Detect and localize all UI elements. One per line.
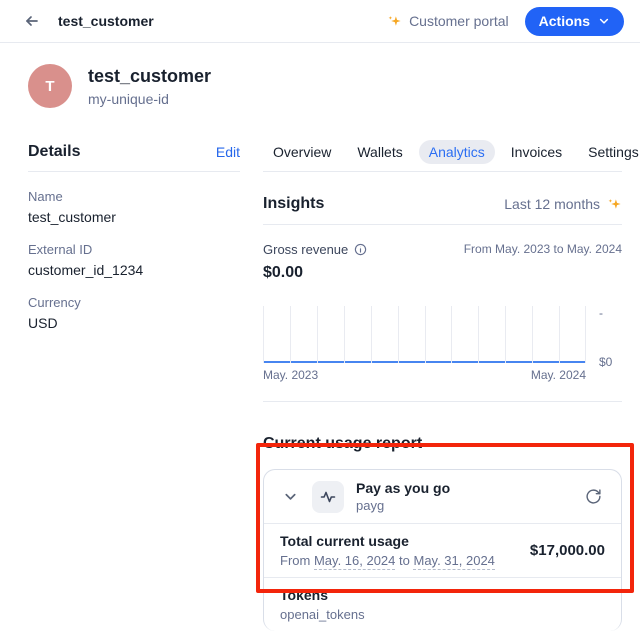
chart-plot-area [263, 306, 586, 363]
chart-x-axis: May. 2023 May. 2024 [263, 368, 586, 382]
usage-item-code: openai_tokens [280, 607, 365, 622]
activity-pulse-icon [320, 489, 336, 505]
usage-report-card: Pay as you go payg Total current usage F… [263, 469, 622, 631]
plan-name: Pay as you go [356, 480, 450, 496]
total-usage-text: Total current usage From May. 16, 2024 t… [280, 533, 495, 568]
period-to-date[interactable]: May. 31, 2024 [413, 553, 494, 570]
chevron-down-icon [283, 489, 298, 504]
page-content: T test_customer my-unique-id Details Edi… [0, 64, 640, 631]
sparkle-icon [387, 14, 402, 29]
arrow-left-icon [24, 13, 40, 29]
tab-invoices[interactable]: Invoices [501, 140, 572, 164]
tab-bar: Overview Wallets Analytics Invoices Sett… [263, 139, 622, 165]
collapse-toggle-button[interactable] [280, 487, 300, 507]
actions-button[interactable]: Actions [525, 7, 624, 36]
period-selector[interactable]: Last 12 months [504, 196, 622, 212]
total-usage-row: Total current usage From May. 16, 2024 t… [264, 523, 621, 577]
usage-report-title: Current usage report [263, 435, 622, 453]
gross-revenue-amount: $0.00 [263, 264, 622, 282]
edit-details-link[interactable]: Edit [216, 144, 240, 160]
total-usage-period: From May. 16, 2024 to May. 31, 2024 [280, 553, 495, 568]
chart-y-axis: - $0 [586, 306, 622, 363]
customer-portal-link[interactable]: Customer portal [387, 13, 509, 29]
main-columns: Details Edit Name test_customer External… [28, 139, 622, 631]
details-divider [28, 171, 240, 172]
chart-gridline [317, 306, 318, 363]
period-join: to [399, 553, 410, 568]
total-usage-amount: $17,000.00 [530, 542, 605, 559]
period-prefix: From [280, 553, 310, 568]
period-from-date[interactable]: May. 16, 2024 [314, 553, 395, 570]
chart-divider [263, 401, 622, 402]
details-header: Details Edit [28, 139, 240, 165]
tab-overview[interactable]: Overview [263, 140, 341, 164]
topbar: test_customer Customer portal Actions [0, 0, 640, 43]
chart-gridline [344, 306, 345, 363]
customer-header: T test_customer my-unique-id [28, 64, 622, 108]
field-label: External ID [28, 242, 240, 257]
customer-identity: test_customer my-unique-id [88, 66, 211, 107]
field-value: test_customer [28, 209, 240, 225]
details-title: Details [28, 143, 80, 161]
plan-code: payg [356, 498, 450, 513]
back-button[interactable] [18, 7, 46, 35]
info-icon[interactable] [354, 243, 367, 256]
usage-item-text: Tokens openai_tokens [280, 587, 365, 622]
chart-gridline [559, 306, 560, 363]
usage-card-header: Pay as you go payg [264, 470, 621, 523]
tab-analytics[interactable]: Analytics [419, 140, 495, 164]
refresh-icon [585, 488, 602, 505]
chevron-down-icon [598, 15, 610, 27]
total-usage-label: Total current usage [280, 533, 495, 549]
chart-gridline [451, 306, 452, 363]
gross-revenue-range: From May. 2023 to May. 2024 [464, 242, 622, 256]
gross-revenue-label-wrap: Gross revenue [263, 242, 367, 257]
tabs-divider [263, 171, 622, 172]
chart-gridline [478, 306, 479, 363]
field-label: Name [28, 189, 240, 204]
tab-wallets[interactable]: Wallets [347, 140, 412, 164]
detail-field-currency: Currency USD [28, 295, 240, 331]
topbar-title: test_customer [58, 13, 154, 29]
field-label: Currency [28, 295, 240, 310]
plan-iconbox [312, 481, 344, 513]
topbar-right: Customer portal Actions [387, 7, 624, 36]
insights-divider [263, 224, 622, 225]
chart-gridline [290, 306, 291, 363]
detail-field-external-id: External ID customer_id_1234 [28, 242, 240, 278]
actions-label: Actions [539, 13, 590, 29]
tab-settings[interactable]: Settings [578, 140, 640, 164]
y-axis-top-label: - [599, 306, 603, 320]
chart-gridline [371, 306, 372, 363]
insights-title: Insights [263, 195, 324, 213]
field-value: customer_id_1234 [28, 262, 240, 278]
chart-gridline [398, 306, 399, 363]
gross-revenue-chart: - $0 [263, 306, 622, 363]
detail-field-name: Name test_customer [28, 189, 240, 225]
details-panel: Details Edit Name test_customer External… [28, 139, 240, 631]
plan-info: Pay as you go payg [356, 480, 450, 513]
gross-revenue-header: Gross revenue From May. 2023 to May. 202… [263, 242, 622, 257]
right-panel: Overview Wallets Analytics Invoices Sett… [263, 139, 622, 631]
usage-item-row: Tokens openai_tokens [264, 577, 621, 631]
customer-unique-id: my-unique-id [88, 91, 211, 107]
chart-gridline [425, 306, 426, 363]
x-axis-end-label: May. 2024 [531, 368, 586, 382]
refresh-button[interactable] [581, 485, 605, 509]
sparkle-icon [607, 197, 622, 212]
x-axis-start-label: May. 2023 [263, 368, 318, 382]
y-axis-zero-label: $0 [599, 355, 612, 369]
chart-gridline [263, 306, 264, 363]
period-label: Last 12 months [504, 196, 600, 212]
insights-header: Insights Last 12 months [263, 195, 622, 213]
chart-gridline [505, 306, 506, 363]
avatar: T [28, 64, 72, 108]
field-value: USD [28, 315, 240, 331]
customer-portal-label: Customer portal [409, 13, 509, 29]
customer-name: test_customer [88, 66, 211, 87]
chart-gridline [532, 306, 533, 363]
gross-revenue-label: Gross revenue [263, 242, 348, 257]
